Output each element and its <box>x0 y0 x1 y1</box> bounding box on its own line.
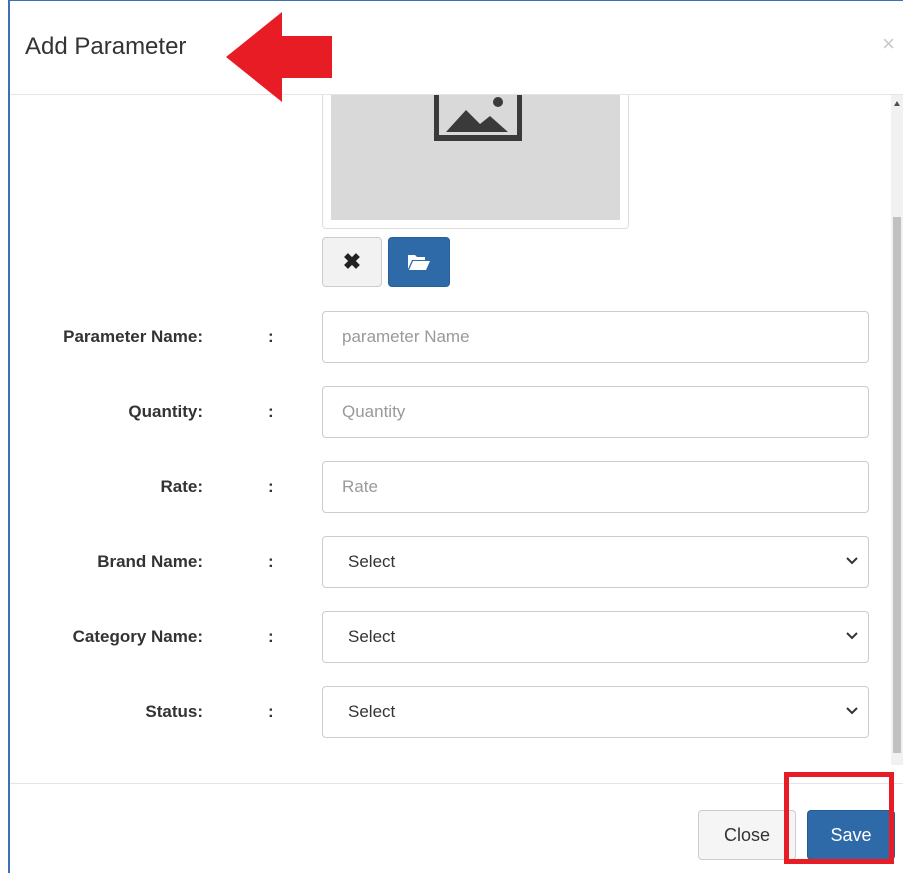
close-icon[interactable]: × <box>882 33 895 55</box>
category-name-select[interactable]: Select <box>322 611 869 663</box>
status-colon: : <box>268 702 274 721</box>
image-placeholder-icon <box>434 95 522 141</box>
quantity-input[interactable] <box>322 386 869 438</box>
folder-open-icon <box>408 255 430 270</box>
quantity-label: Quantity: <box>128 402 203 421</box>
rate-label: Rate: <box>160 477 203 496</box>
brand-name-select[interactable]: Select <box>322 536 869 588</box>
close-button[interactable]: Close <box>698 810 796 860</box>
times-icon: ✖ <box>342 249 362 274</box>
parameter-name-label: Parameter Name: <box>63 327 203 346</box>
annotation-highlight-box <box>784 772 894 864</box>
chevron-down-icon <box>846 707 858 715</box>
brand-name-label: Brand Name: <box>97 552 203 571</box>
rate-input[interactable] <box>322 461 869 513</box>
category-name-label: Category Name: <box>72 627 203 646</box>
image-preview-area <box>331 95 620 220</box>
brand-name-row: Brand Name: : Select <box>10 536 903 588</box>
rate-colon: : <box>268 477 274 496</box>
remove-image-button[interactable]: ✖ <box>322 237 382 287</box>
modal-title: Add Parameter <box>25 33 187 60</box>
modal-footer: Close Save <box>10 783 903 873</box>
annotation-arrow-icon <box>226 12 332 102</box>
scroll-up-arrow-icon[interactable] <box>894 101 900 106</box>
image-preview <box>322 95 629 229</box>
browse-image-button[interactable] <box>388 237 450 287</box>
parameter-name-colon: : <box>268 327 274 346</box>
chevron-down-icon <box>846 632 858 640</box>
quantity-colon: : <box>268 402 274 421</box>
rate-row: Rate: : <box>10 461 903 513</box>
status-label: Status: <box>145 702 203 721</box>
parameter-name-row: Parameter Name: : <box>10 311 903 363</box>
category-name-row: Category Name: : Select <box>10 611 903 663</box>
brand-name-selected-value: Select <box>348 552 396 571</box>
category-name-selected-value: Select <box>348 627 396 646</box>
add-parameter-modal: Add Parameter × ✖ Parameter Name:: para… <box>10 1 903 873</box>
brand-name-colon: : <box>268 552 274 571</box>
status-selected-value: Select <box>348 702 396 721</box>
modal-body[interactable]: ✖ Parameter Name: : Quantity: : Rate: <box>10 95 903 783</box>
quantity-row: Quantity: : <box>10 386 903 438</box>
status-select[interactable]: Select <box>322 686 869 738</box>
category-name-colon: : <box>268 627 274 646</box>
parameter-name-input[interactable] <box>322 311 869 363</box>
page: Add Parameter × ✖ Parameter Name:: para… <box>0 0 903 873</box>
modal-header: Add Parameter × <box>10 1 903 95</box>
chevron-down-icon <box>846 557 858 565</box>
status-row: Status: : Select <box>10 686 903 738</box>
